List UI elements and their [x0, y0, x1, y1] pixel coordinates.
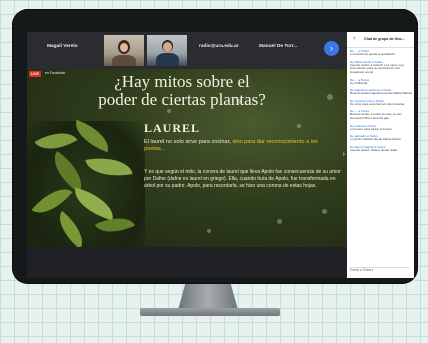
video-call-screen: Magali Verelo radio@ura.edu.ar Manuel De… [27, 32, 414, 278]
laurel-myth-paragraph: Y es que según el mito, la corona de lau… [144, 169, 341, 189]
participant-strip: Magali Verelo radio@ura.edu.ar Manuel De… [27, 32, 347, 69]
chat-message: De Jimena Joris a Todos Se sube para exp… [350, 98, 405, 106]
meeting-controls-bar [27, 247, 347, 278]
slide-title: ¿Hay mitos sobre el poder de ciertas pla… [67, 73, 297, 109]
close-icon[interactable]: × [353, 36, 356, 42]
participants-more-button[interactable]: › [324, 41, 339, 56]
laurel-plant-image [27, 119, 145, 247]
presentation-slide: LIVE en Facebook ¿Hay mitos sobre el pod… [27, 69, 347, 247]
section-title: LAUREL [144, 121, 201, 135]
computer-monitor: Magali Verelo radio@ura.edu.ar Manuel De… [12, 9, 418, 284]
participant-video-2[interactable] [147, 35, 187, 66]
live-source-label: en Facebook [45, 71, 66, 75]
chat-panel: × Chat de grupo de Goo... De ... a Todos… [347, 32, 414, 278]
monitor-stand-base [140, 308, 280, 316]
intro-text: El laurel no solo sirve para cocinar, [144, 139, 231, 145]
chat-title: Chat de grupo de Goo... [364, 37, 405, 41]
live-badge: LIVE [29, 71, 41, 77]
laurel-intro-paragraph: El laurel no solo sirve para cocinar, si… [144, 139, 340, 154]
chat-message: De Elena Negrán a Todos buenas tardes, E… [350, 144, 398, 152]
participant-name-3: Manuel De Torr... [259, 44, 298, 49]
slide-title-line-2: poder de ciertas plantas? [98, 90, 266, 109]
chat-message: De ... a Todos en Facebook queda la grab… [350, 49, 396, 56]
participant-video-1[interactable] [104, 35, 144, 66]
monitor-stand-neck [178, 284, 238, 310]
chat-header: × Chat de grupo de Goo... [347, 32, 414, 48]
chevron-right-icon[interactable]: › [343, 151, 345, 158]
participant-name-2: radio@ura.edu.ar [199, 44, 239, 49]
chat-message: De ... a Todos Ay el Mandá [350, 77, 370, 85]
chat-message: De ... a Todos Buenas tardes a todos los… [350, 109, 402, 121]
chat-message: De Marta Ainza a Todos buenas tardes a t… [350, 59, 404, 75]
chat-message: De gamad1 a Todos un gusto todavía desde… [350, 134, 401, 142]
chat-message: De Agustina Lafuente a Todos Buenas tard… [350, 88, 413, 96]
chat-message: De Andrea a Todos el romero para atraer … [350, 123, 392, 131]
slide-title-line-1: ¿Hay mitos sobre el [114, 72, 250, 91]
chat-send-to-field[interactable]: Enviar a Todos ▾ [350, 267, 410, 275]
participant-name-1: Magali Verelo [47, 44, 78, 49]
chat-message-list[interactable]: De ... a Todos en Facebook queda la grab… [350, 49, 413, 155]
